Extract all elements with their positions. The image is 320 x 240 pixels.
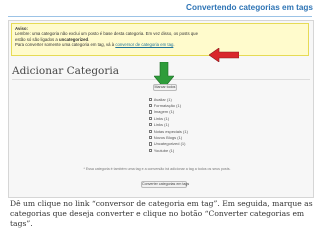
category-label: Notas especiais (1) (153, 128, 188, 134)
tag-conversion-note: * Essa categoria é também uma tag e a co… (83, 167, 231, 171)
category-checkbox-list: Avaliar (1) Formatação (1) Imagem (1) Li… (149, 96, 188, 154)
category-checkbox[interactable] (149, 110, 153, 114)
category-item[interactable]: Youtube (1) (149, 147, 188, 153)
notice-line-3-suffix: . (173, 42, 175, 48)
notice-line-2-suffix: . (88, 36, 90, 42)
category-checkbox[interactable] (149, 129, 153, 133)
screenshot-panel: Aviso: Lembre: uma categoria não exclui … (8, 20, 314, 198)
slide-caption: Dê um clique no link “conversor de categ… (10, 199, 313, 228)
category-label: Youtube (1) (153, 147, 175, 153)
category-item[interactable]: Novos Blogs (1) (149, 134, 188, 140)
category-checkbox[interactable] (149, 123, 153, 127)
notice-box: Aviso: Lembre: uma categoria não exclui … (11, 23, 309, 56)
category-checkbox[interactable] (149, 103, 153, 108)
slide: Convertendo categorias em tags Aviso: Le… (0, 0, 320, 240)
red-arrow-icon (209, 48, 239, 62)
category-checkbox[interactable] (149, 97, 153, 101)
add-category-heading: Adicionar Categoria (12, 65, 120, 77)
category-to-tag-converter-link[interactable]: conversor de categoria em tag (115, 42, 173, 47)
category-label: Links (1) (153, 115, 170, 121)
category-label: Avaliar (1) (153, 96, 172, 102)
category-label: Links (1) (153, 122, 170, 128)
title-divider (8, 16, 312, 17)
category-checkbox[interactable] (149, 148, 153, 152)
notice-line-3-prefix: Para converter somente uma categoria em … (15, 42, 116, 48)
category-label: Uncategorized (1) (153, 141, 186, 147)
notice-line-2-prefix: estão só são ligados a (15, 36, 59, 42)
category-checkbox[interactable] (149, 135, 153, 140)
notice-label: Aviso: (15, 26, 28, 31)
mark-all-button[interactable]: Marcar todos (153, 84, 177, 91)
category-label: Imagem (1) (153, 109, 175, 115)
category-item[interactable]: Notas especiais (1) (149, 128, 188, 134)
category-checkbox[interactable] (149, 116, 153, 120)
slide-title: Convertendo categorias em tags (186, 3, 313, 12)
notice-uncategorized: uncategorized (58, 36, 89, 42)
category-label: Formatação (1) (153, 103, 182, 109)
category-label: Novos Blogs (1) (153, 135, 183, 141)
notice-line-1: Lembre: uma categoria não exclui um post… (15, 31, 198, 37)
convert-categories-to-tags-button[interactable]: Converter categorias em tags (141, 181, 189, 188)
category-checkbox[interactable] (149, 142, 153, 146)
category-item[interactable]: Uncategorized (1) (149, 141, 188, 147)
